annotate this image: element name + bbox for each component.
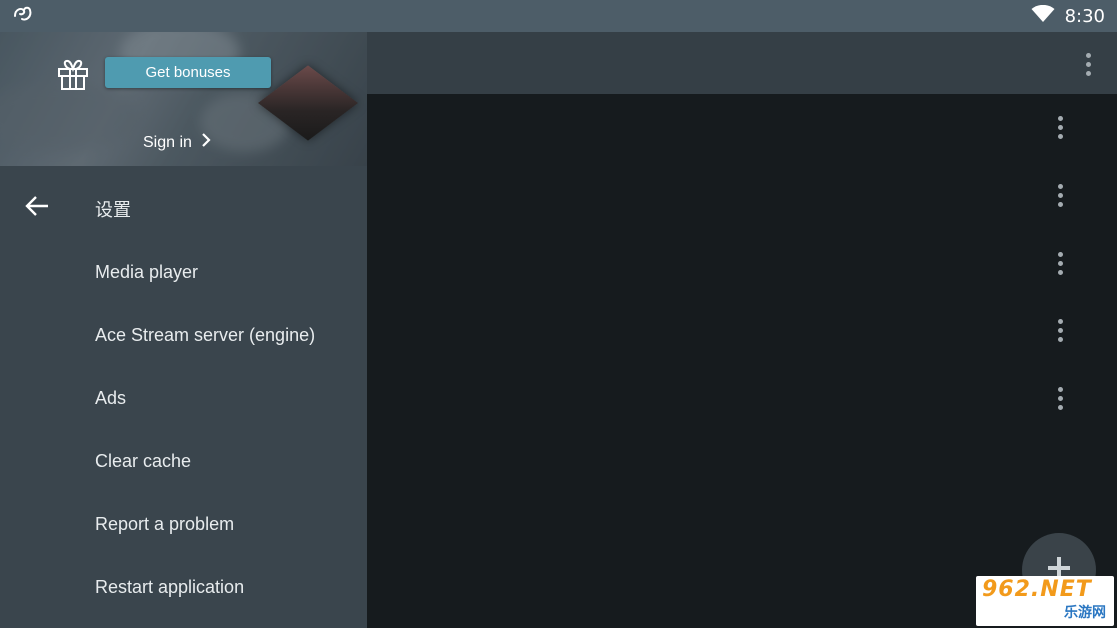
menu-item-label: Ace Stream server (engine): [95, 325, 316, 345]
settings-title: 设置: [95, 199, 131, 220]
more-vert-icon[interactable]: [1056, 252, 1064, 275]
menu-item-label: Clear cache: [95, 451, 192, 471]
menu-item-clear-cache[interactable]: Clear cache: [0, 430, 367, 493]
menu-item-ads[interactable]: Ads: [0, 367, 367, 430]
content-list: [367, 94, 1117, 628]
menu-item-label: Restart application: [95, 577, 245, 597]
watermark-logo: 962.NET 乐游网: [976, 576, 1114, 626]
arrow-back-icon[interactable]: [24, 195, 50, 222]
sign-in-link[interactable]: Sign in: [143, 132, 211, 153]
menu-item-label: Ads: [95, 388, 127, 408]
menu-item-ace-stream-server[interactable]: Ace Stream server (engine): [0, 304, 367, 367]
more-vert-icon[interactable]: [1084, 53, 1092, 76]
chevron-right-icon: [201, 132, 211, 153]
app-bar: [367, 32, 1117, 94]
more-vert-icon[interactable]: [1056, 184, 1064, 207]
watermark-top-text: 962.NET: [982, 577, 1092, 602]
more-vert-icon[interactable]: [1056, 116, 1064, 139]
watermark-bottom-text: 乐游网: [1064, 604, 1106, 620]
more-vert-icon[interactable]: [1056, 319, 1064, 342]
get-bonuses-button[interactable]: Get bonuses: [105, 57, 271, 88]
clock: 8:30: [1064, 5, 1105, 27]
header-cube-image: [257, 65, 359, 141]
navigation-drawer: Get bonuses Sign in 设置 Media player Ace …: [0, 32, 367, 628]
menu-item-media-player[interactable]: Media player: [0, 241, 367, 304]
menu-item-label: Media player: [95, 262, 199, 282]
status-bar: 8:30: [0, 0, 1117, 32]
gift-icon[interactable]: [56, 57, 90, 96]
sign-in-label: Sign in: [143, 133, 192, 151]
menu-item-label: Report a problem: [95, 514, 235, 534]
more-vert-icon[interactable]: [1056, 387, 1064, 410]
drawer-header: Get bonuses Sign in: [0, 32, 367, 166]
wifi-icon: [1031, 4, 1055, 28]
ace-stream-logo-icon: [12, 5, 34, 28]
settings-header-row[interactable]: 设置: [0, 177, 367, 240]
menu-item-report-problem[interactable]: Report a problem: [0, 493, 367, 556]
menu-item-restart-application[interactable]: Restart application: [0, 556, 367, 619]
